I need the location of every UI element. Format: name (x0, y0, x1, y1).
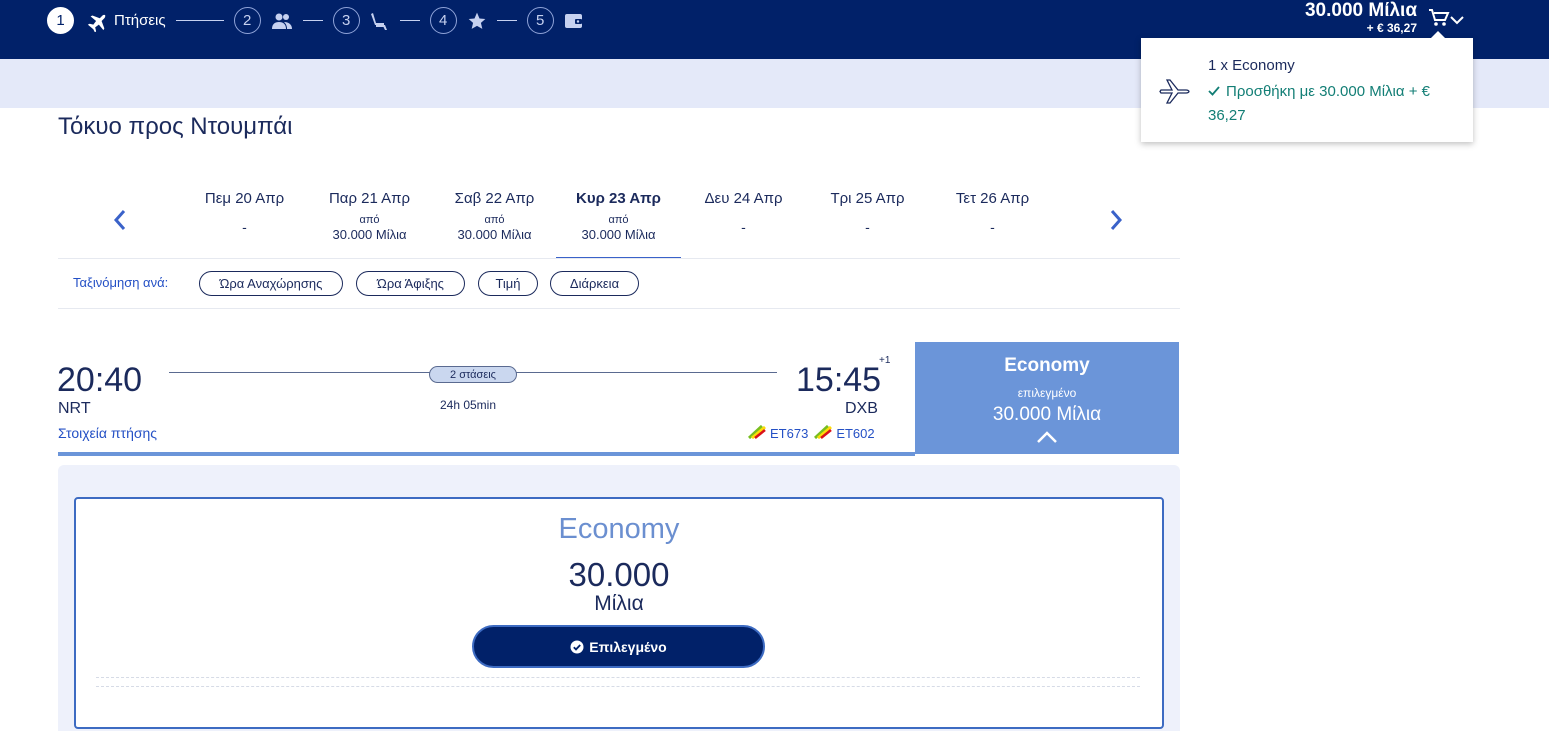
date-tab[interactable]: Παρ 21 Απρ από 30.000 Μίλια (307, 190, 432, 243)
date-from-label: από (608, 214, 629, 226)
date-tab[interactable]: Τρι 25 Απρ - (805, 190, 930, 235)
dashed-divider (96, 677, 1140, 678)
arrival-time: 15:45 (796, 361, 882, 399)
date-tab[interactable]: Δευ 24 Απρ - (681, 190, 806, 235)
economy-fare-card[interactable]: Economy επιλεγμένο 30.000 Μίλια (915, 342, 1179, 454)
check-icon (1208, 80, 1220, 104)
date-price: 30.000 Μίλια (581, 227, 656, 242)
plane-icon (1159, 78, 1191, 109)
date-from-label: από (359, 214, 380, 226)
economy-card-price: 30.000 Μίλια (992, 404, 1102, 425)
step-1-circle[interactable]: 1 (47, 7, 74, 34)
flight-number: ET673 (770, 426, 809, 441)
date-no-price: - (741, 219, 746, 235)
fare-unit: Μίλια (594, 592, 644, 615)
wallet-icon (564, 12, 584, 30)
sort-price-button[interactable]: Τιμή (478, 271, 538, 296)
divider (58, 308, 1180, 309)
cart-item-label: 1 x Economy (1208, 57, 1295, 74)
date-price: 30.000 Μίλια (332, 227, 407, 242)
arrival-airport: DXB (845, 400, 878, 417)
check-circle-icon (570, 640, 584, 653)
cart-euro: + € 36,27 (1366, 21, 1417, 35)
step-connector (496, 19, 517, 22)
airline-logo-icon (747, 424, 766, 442)
cart-icon (1428, 8, 1450, 33)
chevron-right-icon[interactable] (1109, 209, 1123, 236)
sort-arrival-time-button[interactable]: Ώρα Άφιξης (356, 271, 465, 296)
flight-details-link[interactable]: Στοιχεία πτήσης (58, 425, 157, 441)
stops-badge: 2 στάσεις (429, 366, 517, 383)
date-label: Πεμ 20 Απρ (204, 190, 285, 207)
popup-caret (1431, 31, 1445, 38)
sort-departure-time-button[interactable]: Ώρα Αναχώρησης (199, 271, 343, 296)
departure-airport: NRT (58, 400, 91, 417)
cart-total[interactable]: 30.000 Μίλια + € 36,27 (1304, 0, 1417, 36)
step-1-label[interactable]: Πτήσεις (114, 12, 166, 29)
fare-title: Economy (558, 513, 680, 545)
airline-logo-icon (814, 424, 833, 442)
date-label: Παρ 21 Απρ (328, 190, 411, 207)
date-tab-selected[interactable]: Κυρ 23 Απρ από 30.000 Μίλια (556, 190, 681, 243)
step-3-circle[interactable]: 3 (332, 7, 360, 34)
step-4-circle[interactable]: 4 (429, 7, 457, 34)
date-tab[interactable]: Πεμ 20 Απρ - (182, 190, 307, 235)
cart-popup: 1 x Economy Προσθήκη με 30.000 Μίλια + €… (1141, 31, 1473, 142)
sort-label: Ταξινόμηση ανά: (73, 275, 169, 290)
cart-item-added: Προσθήκη με 30.000 Μίλια + € 36,27 (1208, 80, 1458, 128)
date-label: Τρι 25 Απρ (830, 190, 905, 207)
economy-card-title: Economy (1004, 355, 1090, 376)
date-label: Τετ 26 Απρ (955, 190, 1030, 207)
passengers-icon (271, 12, 293, 30)
date-tab[interactable]: Τετ 26 Απρ - (930, 190, 1055, 235)
arrival-day-offset: +1 (879, 355, 891, 366)
step-5-circle[interactable]: 5 (526, 7, 554, 34)
dashed-divider (96, 686, 1140, 687)
cart-miles: 30.000 Μίλια (1304, 0, 1417, 21)
chevron-up-icon (1036, 430, 1058, 449)
flight-row-underline (58, 452, 915, 456)
date-tab[interactable]: Σαβ 22 Απρ από 30.000 Μίλια (432, 190, 557, 243)
selected-button-label: Επιλεγμένο (589, 638, 667, 655)
flight-duration: 24h 05min (439, 398, 497, 412)
seat-icon (370, 11, 390, 31)
divider (58, 258, 1180, 259)
step-2-circle[interactable]: 2 (233, 7, 261, 34)
cart-toggle[interactable] (1428, 8, 1464, 33)
date-no-price: - (990, 219, 995, 235)
flight-numbers: ET673 ET602 (747, 424, 881, 442)
date-label: Σαβ 22 Απρ (454, 190, 535, 207)
chevron-down-icon (1450, 12, 1464, 30)
step-connector (175, 19, 224, 22)
step-connector (399, 19, 420, 22)
flight-number: ET602 (836, 426, 875, 441)
booking-stepper: 1 Πτήσεις 2 3 4 5 (47, 7, 584, 34)
date-label: Δευ 24 Απρ (704, 190, 783, 207)
sort-duration-button[interactable]: Διάρκεια (550, 271, 639, 296)
selected-fare-button[interactable]: Επιλεγμένο (472, 625, 765, 668)
date-label: Κυρ 23 Απρ (576, 190, 661, 207)
cart-added-text: Προσθήκη με 30.000 Μίλια + € 36,27 (1208, 83, 1430, 124)
departure-time: 20:40 (57, 361, 143, 399)
date-no-price: - (242, 219, 247, 235)
fare-value: 30.000 (568, 556, 670, 593)
date-price: 30.000 Μίλια (457, 227, 532, 242)
chevron-left-icon[interactable] (113, 209, 127, 236)
economy-card-status: επιλεγμένο (1017, 386, 1077, 400)
star-icon (467, 11, 487, 31)
date-no-price: - (865, 219, 870, 235)
date-from-label: από (484, 214, 505, 226)
step-connector (302, 19, 323, 22)
plane-icon (86, 10, 108, 32)
page-title: Τόκυο προς Ντουμπάι (58, 113, 293, 140)
